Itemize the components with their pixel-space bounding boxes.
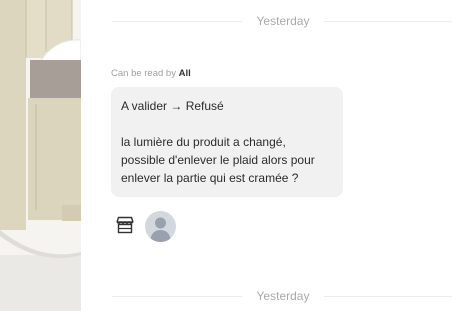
message-text-line: possible d'enlever le plaid alors pour xyxy=(121,153,315,167)
divider-line xyxy=(112,20,242,22)
date-divider-label: Yesterday xyxy=(256,289,310,303)
divider-line xyxy=(112,295,242,297)
date-divider: Yesterday xyxy=(112,12,452,30)
message-text-line: la lumière du produit a changé, xyxy=(121,135,286,149)
read-by-prefix: Can be read by xyxy=(111,68,176,79)
message-bubble: A valider → Refusé la lumière du produit… xyxy=(111,87,343,197)
message-text-line: enlever la partie qui est cramée ? xyxy=(121,171,299,185)
chat-thread: Yesterday Can be read by All A valider →… xyxy=(81,0,452,311)
message-status-line: A valider → Refusé xyxy=(121,99,224,113)
store-icon xyxy=(115,216,135,234)
divider-line xyxy=(324,20,452,22)
read-by-info: Can be read by All xyxy=(111,68,191,79)
date-divider: Yesterday xyxy=(112,287,452,305)
product-image xyxy=(0,0,81,311)
read-by-value: All xyxy=(178,68,191,79)
divider-line xyxy=(324,295,452,297)
user-avatar xyxy=(145,211,176,242)
date-divider-label: Yesterday xyxy=(256,14,310,28)
